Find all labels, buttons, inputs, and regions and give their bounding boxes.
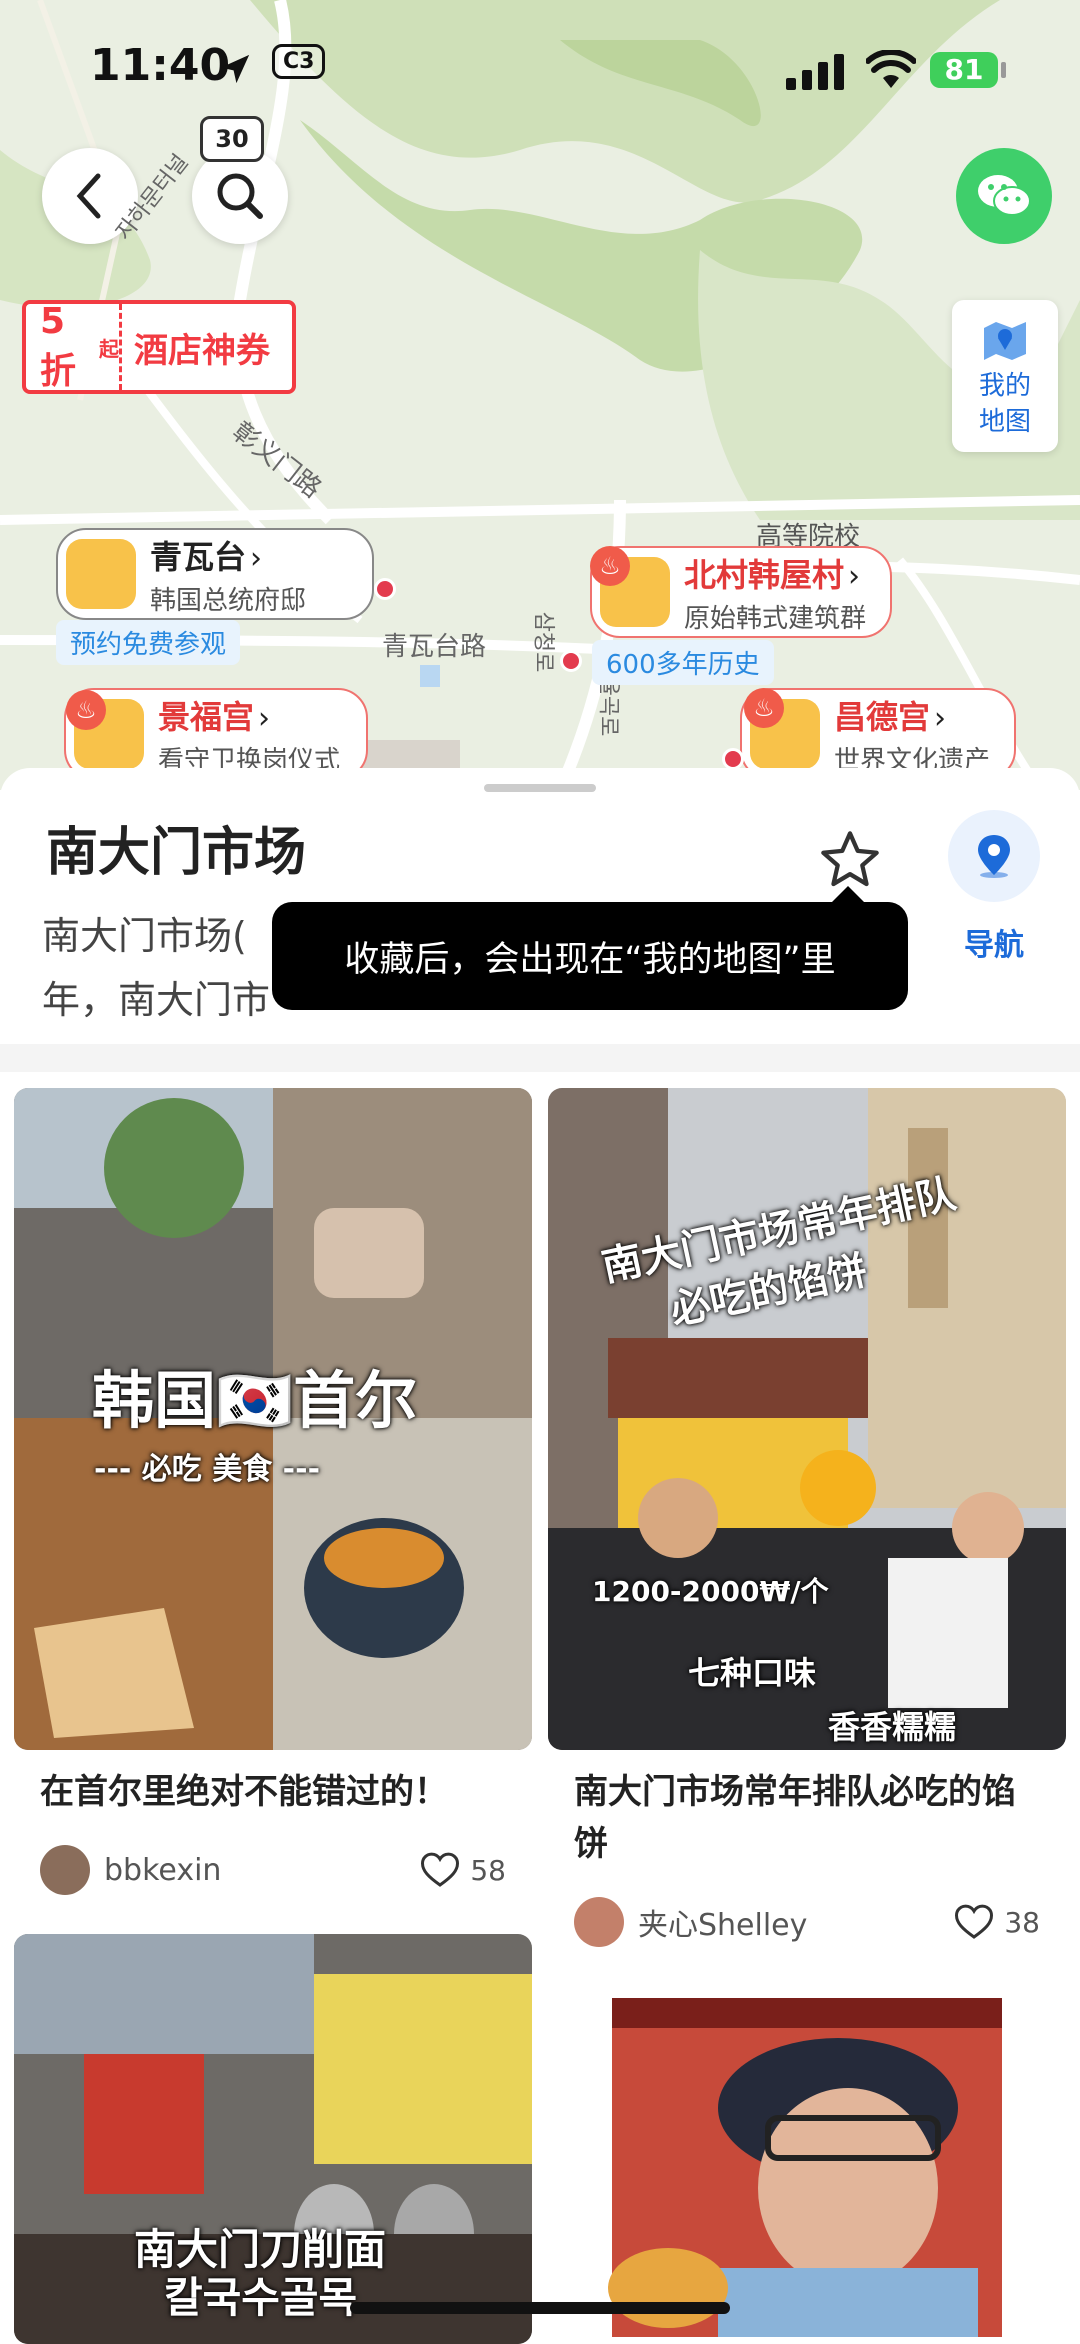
poi-name: 景福宫	[158, 697, 255, 736]
search-button[interactable]	[192, 148, 288, 244]
section-divider	[0, 1044, 1080, 1072]
poi-desc: 韩国总统府邸	[150, 585, 307, 616]
like-count: 38	[1004, 1905, 1040, 1939]
feed-card-title: 在首尔里绝对不能错过的！	[40, 1772, 448, 1812]
navigate-label: 导航	[964, 928, 1024, 963]
place-title: 南大门市场	[46, 823, 307, 883]
chevron-right-icon: ›	[848, 558, 861, 594]
battery-tip	[1001, 62, 1006, 78]
map-pin-icon	[984, 322, 1026, 360]
like-button[interactable]: 58	[420, 1851, 506, 1889]
card-overlay-taste: 香香糯糯	[828, 1708, 957, 1746]
feed-card-image[interactable]: 南大门刀削面 칼국수골목	[14, 1934, 532, 2344]
favorite-tooltip: 收藏后，会出现在“我的地图”里	[272, 902, 908, 1010]
star-icon	[821, 831, 879, 887]
cellular-signal-icon	[786, 54, 844, 90]
poi-name: 青瓦台	[150, 537, 247, 576]
my-map-button[interactable]: 我的 地图	[952, 300, 1058, 452]
coupon-discount-suffix: 起	[99, 336, 119, 361]
feed-card[interactable]: 韩国🇰🇷首尔 --- 必吃 美食 --- 在首尔里绝对不能错过的！ bbkexi…	[14, 1088, 532, 1896]
navigate-icon-circle	[948, 810, 1040, 902]
author-name[interactable]: bbkexin	[104, 1853, 420, 1888]
poi-marker[interactable]	[560, 650, 582, 672]
notification-badge: 30	[200, 116, 264, 162]
home-indicator	[350, 2302, 730, 2314]
search-icon	[217, 173, 263, 219]
feed-card[interactable]: 南大门市场常年排队 必吃的馅饼 1200-2000₩/个 七种口味 香香糯糯 南…	[548, 1088, 1066, 1948]
battery-indicator: 81	[930, 52, 998, 88]
coupon-discount: 5折起	[26, 301, 122, 392]
poi-cheongwadae[interactable]: 青瓦台 › 韩国总统府邸	[56, 528, 374, 620]
poi-name: 昌德宫	[834, 697, 931, 736]
coupon-text: 酒店神券	[134, 330, 270, 371]
location-arrow-icon	[220, 54, 250, 84]
poi-tag: 预约免费参观	[56, 620, 241, 665]
feed-card-image[interactable]: 韩国🇰🇷首尔 --- 必吃 美食 ---	[14, 1088, 532, 1750]
person-photo	[548, 1998, 1066, 2337]
poi-name: 北村韩屋村	[684, 555, 845, 594]
wechat-icon	[978, 175, 1031, 216]
avatar[interactable]	[574, 1897, 624, 1947]
poi-desc: 原始韩式建筑群	[684, 603, 867, 634]
feed-card[interactable]	[548, 1998, 1066, 2337]
coupon-discount-value: 5折	[40, 300, 77, 392]
poi-marker[interactable]	[374, 578, 396, 600]
heart-icon	[955, 1904, 994, 1939]
hotel-coupon-banner[interactable]: 5折起 酒店神券	[22, 300, 296, 394]
feed-card[interactable]: 南大门刀削面 칼국수골목	[14, 1934, 532, 2344]
road-label: 삼청로	[530, 611, 556, 673]
road-label: 青瓦台路	[382, 632, 487, 662]
feed-card-image[interactable]: 南大门市场常年排队 必吃的馅饼 1200-2000₩/个 七种口味 香香糯糯	[548, 1088, 1066, 1750]
my-map-label-2: 地图	[978, 407, 1031, 437]
feed-card-image[interactable]	[548, 1998, 1066, 2337]
chevron-left-icon	[76, 173, 101, 219]
card-overlay-price: 1200-2000₩/个	[592, 1575, 829, 1608]
like-button[interactable]: 38	[954, 1903, 1040, 1941]
author-name[interactable]: 夹心Shelley	[638, 1900, 954, 1944]
poi-marker[interactable]	[722, 748, 744, 770]
my-map-label-1: 我的	[978, 371, 1031, 401]
avatar[interactable]	[40, 1845, 90, 1895]
navigate-button[interactable]: 导航	[948, 810, 1040, 964]
card-overlay-title: 韩国🇰🇷首尔	[92, 1364, 418, 1437]
poi-tag: 600多年历史	[592, 640, 774, 685]
carrier-badge: C3	[272, 44, 326, 79]
chevron-right-icon: ›	[250, 540, 263, 576]
poi-gyeongbokgung[interactable]: 景福宫 › 看守卫换岗仪式	[64, 688, 368, 780]
sheet-drag-handle[interactable]	[484, 784, 596, 792]
poi-bukchon[interactable]: 北村韩屋村 › 原始韩式建筑群	[590, 546, 892, 638]
hot-fire-icon: ♨	[66, 690, 106, 730]
chevron-right-icon: ›	[258, 700, 271, 736]
feed-card-title: 南大门市场常年排队必吃的馅饼	[574, 1772, 1016, 1864]
card-overlay-subtitle: 칼국수골목	[164, 2273, 358, 2322]
feed-card-meta: bbkexin 58	[14, 1844, 532, 1896]
card-overlay-flavor: 七种口味	[688, 1654, 817, 1692]
feed-card-meta: 夹心Shelley 38	[548, 1896, 1066, 1948]
heart-icon	[421, 1852, 460, 1887]
status-time: 11:40	[90, 40, 231, 91]
wifi-icon	[866, 50, 916, 88]
poi-thumbnail	[66, 539, 136, 609]
navigation-pin-icon	[978, 835, 1010, 878]
card-overlay-subtitle: --- 必吃 美食 ---	[94, 1452, 321, 1487]
chevron-right-icon: ›	[934, 700, 947, 736]
like-count: 58	[470, 1853, 506, 1887]
wechat-share-button[interactable]	[956, 148, 1052, 244]
hot-fire-icon: ♨	[744, 688, 784, 728]
status-bar: 11:40 C3 81	[0, 0, 1080, 120]
map-view[interactable]: 11:40 C3 81 30 5折 起 酒店神券 我的 地图 彰义门路 青瓦台路…	[0, 0, 1080, 790]
hot-fire-icon: ♨	[590, 546, 630, 586]
